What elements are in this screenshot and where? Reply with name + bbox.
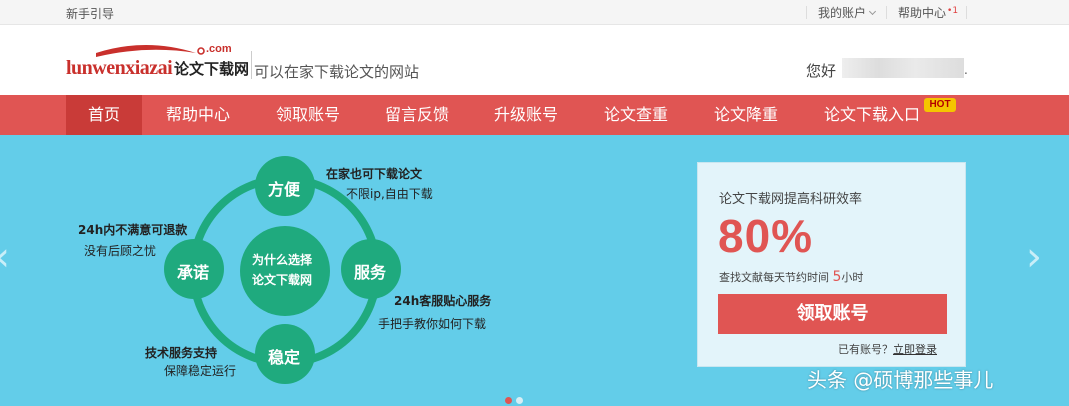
- slider-dot-active[interactable]: [505, 397, 512, 404]
- login-prompt: 已有账号？立即登录: [838, 343, 937, 356]
- site-logo[interactable]: .com lunwenxiazai 论文下载网: [66, 43, 252, 83]
- watermark: 头条 @硕博那些事儿: [807, 368, 994, 392]
- diagram-center-line1: 为什么选择: [252, 253, 313, 267]
- note-convenient-desc: 不限ip,自由下载: [346, 187, 433, 201]
- note-service-title: 24h客服贴心服务: [394, 294, 492, 308]
- diagram-center-line2: 论文下载网: [252, 273, 313, 287]
- next-slide-arrow-icon[interactable]: ›: [1026, 234, 1042, 280]
- time-saved-text: 查找文献每天节约时间 5小时: [719, 269, 864, 285]
- nav-upgrade-account[interactable]: 升级账号: [480, 95, 572, 135]
- nav-download-entry[interactable]: 论文下载入口: [810, 95, 934, 135]
- hot-badge: HOT: [924, 98, 956, 112]
- efficiency-percent: 80%: [718, 210, 814, 262]
- divider: [966, 6, 967, 19]
- logo-domain: .com: [206, 43, 232, 55]
- help-center-link[interactable]: 帮助中心•1: [898, 4, 958, 21]
- divider: [806, 6, 807, 19]
- node-service: 服务: [354, 263, 387, 282]
- slider-dot[interactable]: [516, 397, 523, 404]
- note-promise-title: 24h内不满意可退款: [78, 223, 188, 237]
- my-account-link[interactable]: 我的账户: [818, 4, 877, 21]
- nav-reduce-duplication[interactable]: 论文降重: [700, 95, 792, 135]
- nav-home[interactable]: 首页: [66, 95, 142, 135]
- login-now-link[interactable]: 立即登录: [893, 343, 937, 356]
- greeting-text: 您好: [806, 62, 837, 80]
- logo-text-cn: 论文下载网: [174, 60, 250, 78]
- note-stable-title: 技术服务支持: [145, 346, 218, 360]
- nav-help-center[interactable]: 帮助中心: [152, 95, 244, 135]
- main-nav: 首页 帮助中心 领取账号 留言反馈 升级账号 论文查重 论文降重 论文下载入口 …: [0, 95, 1069, 135]
- site-header: .com lunwenxiazai 论文下载网 可以在家下载论文的网站 您好 .: [0, 25, 1069, 95]
- node-stable: 稳定: [268, 348, 301, 367]
- divider: [886, 6, 887, 19]
- newbie-guide-link[interactable]: 新手引导: [66, 5, 114, 22]
- prev-slide-arrow-icon[interactable]: ‹: [0, 234, 10, 280]
- greeting-dot: .: [964, 63, 968, 77]
- username-redacted: [842, 58, 964, 78]
- note-service-desc: 手把手教你如何下载: [378, 317, 487, 331]
- top-bar: 新手引导 我的账户 帮助中心•1: [0, 0, 1069, 25]
- divider: [251, 51, 252, 79]
- notification-badge: •1: [947, 6, 959, 16]
- nav-feedback[interactable]: 留言反馈: [371, 95, 463, 135]
- promo-card: 论文下载网提高科研效率 80% 查找文献每天节约时间 5小时 领取账号 已有账号…: [697, 162, 966, 367]
- node-convenient: 方便: [268, 180, 301, 199]
- nav-get-account[interactable]: 领取账号: [262, 95, 354, 135]
- nav-plagiarism-check[interactable]: 论文查重: [590, 95, 682, 135]
- note-promise-desc: 没有后顾之忧: [84, 244, 157, 258]
- get-account-button[interactable]: 领取账号: [718, 294, 947, 334]
- promo-title: 论文下载网提高科研效率: [719, 192, 863, 207]
- chevron-down-icon: [868, 7, 877, 16]
- site-slogan: 可以在家下载论文的网站: [254, 63, 420, 81]
- node-promise: 承诺: [177, 263, 210, 282]
- slider-dots: [505, 389, 527, 406]
- logo-text-en: lunwenxiazai: [66, 57, 173, 79]
- note-convenient-title: 在家也可下载论文: [326, 167, 423, 181]
- note-stable-desc: 保障稳定运行: [164, 364, 237, 378]
